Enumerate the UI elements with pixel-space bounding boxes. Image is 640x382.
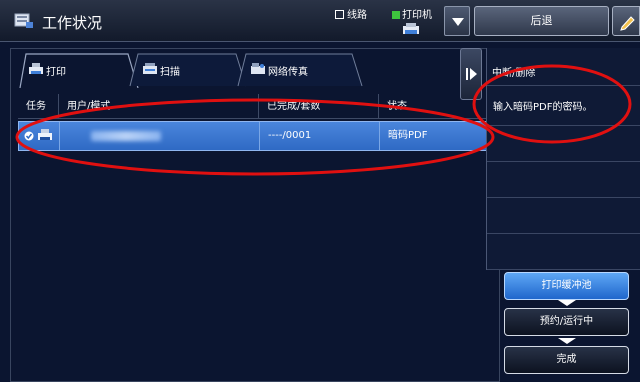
annotation-ellipse-row (15, 98, 495, 176)
annotation-overlay (15, 64, 632, 176)
annotation-ellipse-message (472, 64, 632, 144)
